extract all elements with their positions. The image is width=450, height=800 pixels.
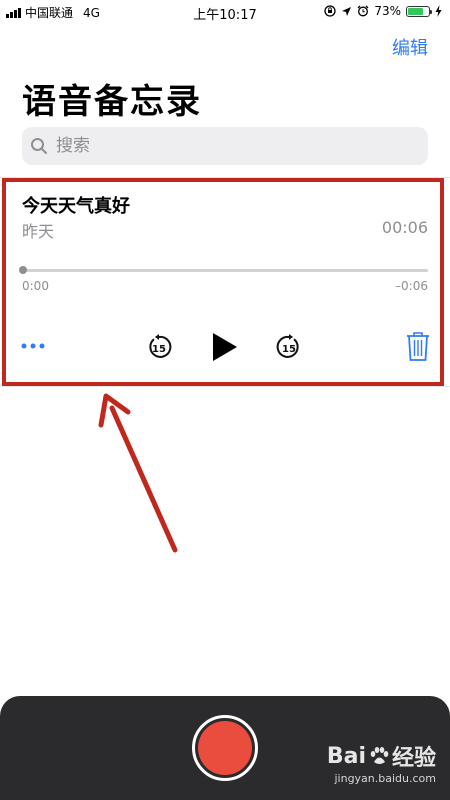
watermark-brand-a: Bai [326,743,366,769]
memo-duration: 00:06 [381,218,428,237]
record-panel: Bai 经验 jingyan.baidu.com [0,696,450,800]
playback-scrubber[interactable] [22,269,428,272]
watermark-brand-b: 经验 [391,746,436,771]
status-bar: 中国联通 4G 上午10:17 73% [0,0,450,24]
location-icon [342,6,352,16]
memo-item[interactable]: 今天天气真好 昨天 00:06 0:00 –0:06 15 15 [0,178,450,386]
scrubber-handle[interactable] [19,266,27,274]
search-input[interactable] [54,135,398,157]
alarm-icon [357,5,369,17]
trash-icon [407,332,429,361]
elapsed-time: 0:00 [22,279,49,293]
remaining-time: –0:06 [395,279,428,293]
skip-forward-button[interactable]: 15 [274,332,304,362]
edit-button[interactable]: 编辑 [392,34,428,60]
watermark-domain: jingyan.baidu.com [334,772,436,785]
skip-forward-seconds: 15 [282,344,296,355]
battery-icon [406,5,432,17]
record-button[interactable] [192,715,258,781]
ellipsis-icon [21,343,45,349]
search-bar[interactable] [22,127,428,165]
battery-percent: 73% [374,4,401,18]
skip-forward-15-icon: 15 [276,334,299,358]
skip-back-15-icon: 15 [149,334,172,358]
skip-back-button[interactable]: 15 [144,332,174,362]
memo-date: 昨天 [22,222,55,241]
search-icon [31,138,47,154]
rotation-lock-icon [324,5,336,17]
divider [0,386,450,387]
skip-back-seconds: 15 [152,344,166,355]
page-title: 语音备忘录 [22,82,202,122]
more-options-button[interactable] [18,338,48,354]
record-icon [198,721,252,775]
status-right: 73% [324,4,442,18]
delete-button[interactable] [404,330,432,362]
watermark: Bai 经验 jingyan.baidu.com [326,740,436,786]
paw-logo-icon [370,747,389,764]
play-icon [213,333,237,361]
play-button[interactable] [207,329,243,365]
charging-icon [435,5,442,17]
memo-title: 今天天气真好 [22,196,130,217]
